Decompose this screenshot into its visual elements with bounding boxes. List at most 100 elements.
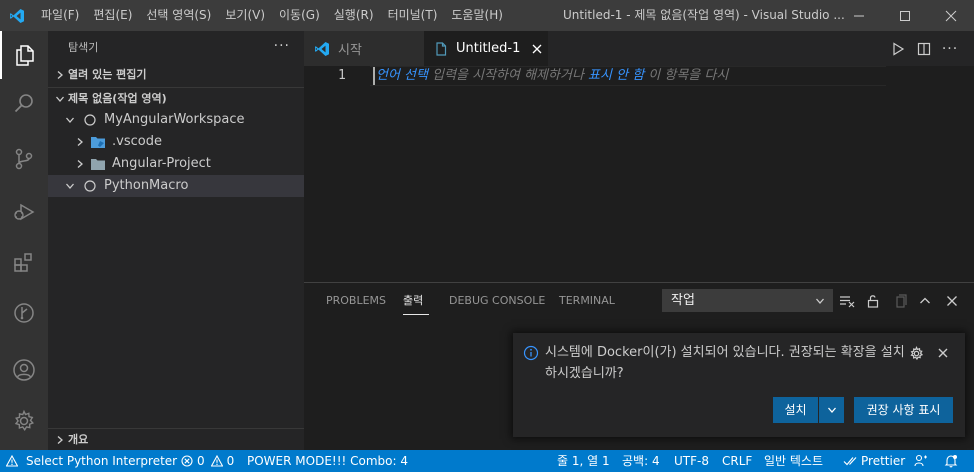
remote-explorer-button[interactable] [0,289,48,337]
menu-view[interactable]: 보기(V) [218,0,272,31]
clear-all-icon [840,296,855,308]
dont-show-link[interactable]: 표시 안 함 [588,68,644,83]
tree-item-angular-project[interactable]: Angular-Project [48,153,304,175]
notification-close-button[interactable] [934,344,952,362]
outline-section[interactable]: 개요 [48,428,304,450]
encoding-status[interactable]: UTF-8 [674,450,709,472]
menu-run[interactable]: 실행(R) [327,0,381,31]
explorer-button[interactable] [0,31,48,79]
maximize-panel-button[interactable] [915,291,935,311]
info-icon [523,345,539,361]
chevron-down-icon [827,407,836,413]
workspace-label: 제목 없음(작업 영역) [68,92,167,105]
more-actions-button[interactable]: ··· [274,31,290,62]
gear-icon [14,409,34,432]
tree-item-pythonmacro[interactable]: PythonMacro [48,175,304,197]
root-folder-icon [82,179,98,193]
bell-icon [944,455,958,468]
notification-message: 시스템에 Docker이(가) 설치되어 있습니다. 권장되는 확장을 설치하시… [545,345,905,381]
error-count: 0 [197,454,205,468]
chevron-down-icon [62,175,78,197]
source-control-button[interactable] [0,135,48,183]
split-editor-icon [917,42,931,55]
active-tab-indicator [403,314,429,315]
tree-item-label: .vscode [112,134,162,149]
problems-status[interactable]: 0 0 [181,450,234,472]
search-button[interactable] [0,79,48,127]
lock-scroll-button[interactable] [863,291,883,311]
chevron-right-icon [52,429,68,451]
tree-item-myangularworkspace[interactable]: MyAngularWorkspace [48,109,304,131]
extensions-button[interactable] [0,239,48,287]
close-icon [532,44,542,53]
tab-problems[interactable]: PROBLEMS [326,283,386,318]
open-log-button[interactable] [890,291,910,311]
minimize-button[interactable] [836,0,882,31]
python-interpreter-status[interactable]: Select Python Interpreter [6,450,177,472]
output-channel-select[interactable]: 작업 [662,289,833,312]
menu-selection[interactable]: 선택 영역(S) [139,0,218,31]
line-number: 1 [338,68,346,83]
menu-terminal[interactable]: 터미널(T) [381,0,445,31]
unlock-icon [867,295,879,308]
search-icon [14,94,33,113]
person-feedback-icon [914,454,927,467]
clear-output-button[interactable] [837,291,857,311]
indentation-status[interactable]: 공백: 4 [622,450,660,472]
tree-item-vscode[interactable]: .vscode [48,131,304,153]
text-cursor [373,67,375,85]
activity-bar [0,31,48,450]
chevron-right-icon [52,64,68,86]
maximize-button[interactable] [882,0,928,31]
outline-label: 개요 [68,433,89,446]
select-language-link[interactable]: 언어 선택 [376,68,428,83]
cursor-position-status[interactable]: 줄 1, 열 1 [557,450,610,472]
split-editor-button[interactable] [911,31,937,66]
placeholder-text: 입력을 시작하여 해제하거나 [427,68,589,83]
tab-untitled-1[interactable]: Untitled-1 [424,31,548,66]
prettier-status[interactable]: Prettier [843,450,905,472]
install-options-button[interactable] [819,397,844,423]
menu-edit[interactable]: 편집(E) [86,0,139,31]
menu-file[interactable]: 파일(F) [34,0,86,31]
live-share-status[interactable] [914,450,928,472]
manage-button[interactable] [0,397,48,445]
menu-go[interactable]: 이동(G) [272,0,327,31]
menu-help[interactable]: 도움말(H) [444,0,510,31]
source-control-icon [15,148,33,170]
show-recommendations-button[interactable]: 권장 사항 표시 [854,397,953,423]
timeline-icon [14,303,34,323]
tab-start[interactable]: 시작 [304,31,424,66]
power-mode-status[interactable]: POWER MODE!!! Combo: 4 [247,450,408,472]
install-button[interactable]: 설치 [773,397,818,423]
text-editor[interactable]: 1 언어 선택 입력을 시작하여 해제하거나 표시 안 함 이 항목을 다시 [304,66,974,282]
chevron-down-icon [52,88,68,110]
open-editors-label: 열려 있는 편집기 [68,68,147,81]
run-debug-button[interactable] [0,187,48,235]
vscode-folder-icon [90,135,106,149]
tab-output[interactable]: 출력 [403,283,423,318]
tab-debug-console[interactable]: DEBUG CONSOLE [449,283,545,318]
error-icon [181,455,193,467]
close-tab-button[interactable] [530,42,544,56]
file-icon [434,41,450,56]
notification-settings-button[interactable] [907,344,925,362]
close-panel-button[interactable] [942,291,962,311]
run-button[interactable] [885,31,911,66]
copy-icon [896,294,907,308]
chevron-right-icon [72,131,88,153]
editor-tab-bar: 시작 Untitled-1 ··· [304,31,974,66]
maximize-icon [900,10,910,21]
close-icon [945,10,957,21]
notifications-button[interactable] [944,450,958,472]
close-window-button[interactable] [928,0,974,31]
workspace-section[interactable]: 제목 없음(작업 영역) [48,87,304,109]
explorer-sidebar: 탐색기 ··· 열려 있는 편집기 제목 없음(작업 영역) MyAngular… [48,31,304,450]
open-editors-section[interactable]: 열려 있는 편집기 [48,64,304,86]
prettier-label: Prettier [861,454,906,468]
tab-terminal[interactable]: TERMINAL [559,283,615,318]
accounts-button[interactable] [0,346,48,394]
more-actions-button[interactable]: ··· [937,31,963,66]
language-mode-status[interactable]: 일반 텍스트 [764,450,823,472]
eol-status[interactable]: CRLF [722,450,752,472]
